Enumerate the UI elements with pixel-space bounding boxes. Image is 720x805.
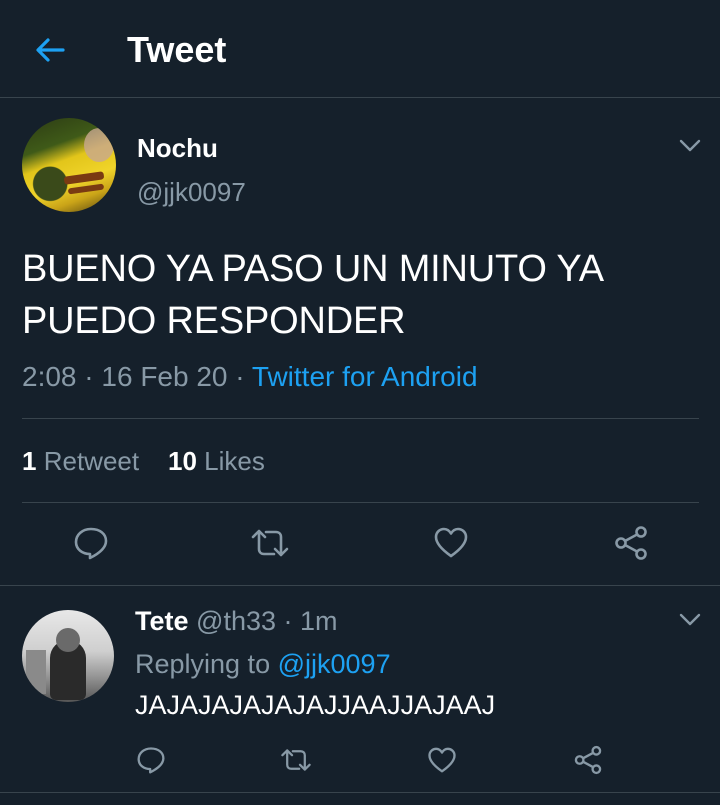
tweet-text: BUENO YA PASO UN MINUTO YA PUEDO RESPOND… bbox=[22, 248, 602, 342]
page-title: Tweet bbox=[127, 29, 227, 70]
reply-text: JAJAJAJAJAJAJJAAJJAJAAJ bbox=[135, 690, 496, 720]
reply-like-button[interactable] bbox=[425, 743, 459, 777]
tweet-date: 16 Feb 20 bbox=[101, 361, 228, 392]
share-icon bbox=[615, 526, 647, 560]
replying-to: Replying to @jjk0097 bbox=[135, 648, 391, 680]
meta-separator: · bbox=[235, 361, 245, 392]
divider bbox=[0, 585, 720, 586]
divider bbox=[22, 418, 699, 419]
retweet-icon bbox=[251, 529, 289, 557]
replying-to-handle-link[interactable]: @jjk0097 bbox=[278, 649, 391, 679]
retweet-icon bbox=[281, 749, 311, 771]
author-name[interactable]: Nochu bbox=[137, 133, 218, 163]
reply-author-handle[interactable]: @th33 bbox=[196, 606, 276, 636]
likes-stat[interactable]: 10 Likes bbox=[168, 446, 265, 476]
divider bbox=[0, 792, 720, 793]
tweet-source-link[interactable]: Twitter for Android bbox=[252, 361, 478, 392]
heart-icon bbox=[428, 747, 456, 772]
retweet-button[interactable] bbox=[248, 522, 292, 564]
reply-time: 1m bbox=[300, 606, 338, 636]
author-handle[interactable]: @jjk0097 bbox=[137, 177, 246, 207]
heart-icon bbox=[434, 527, 468, 558]
retweets-stat[interactable]: 1 Retweet bbox=[22, 446, 139, 476]
reply-retweet-button[interactable] bbox=[278, 743, 314, 777]
reply-author-avatar[interactable] bbox=[22, 610, 114, 702]
reply-icon bbox=[74, 527, 108, 560]
reply-button[interactable] bbox=[70, 522, 112, 564]
tweet-options-chevron-down-icon[interactable] bbox=[677, 136, 703, 156]
reply-icon bbox=[137, 747, 165, 774]
tweet-meta: 2:08 · 16 Feb 20 · Twitter for Android bbox=[22, 360, 478, 394]
divider bbox=[22, 502, 699, 503]
share-button[interactable] bbox=[610, 522, 652, 564]
like-button[interactable] bbox=[430, 522, 472, 564]
back-button[interactable] bbox=[30, 30, 70, 70]
reply-reply-button[interactable] bbox=[134, 743, 168, 777]
meta-separator: · bbox=[283, 606, 293, 636]
reply-header: Tete @th33 · 1m bbox=[135, 605, 338, 637]
share-icon bbox=[574, 745, 602, 775]
reply-options-chevron-down-icon[interactable] bbox=[677, 610, 703, 630]
reply-share-button[interactable] bbox=[571, 743, 605, 777]
author-avatar[interactable] bbox=[22, 118, 116, 212]
reply-author-name[interactable]: Tete bbox=[135, 606, 189, 636]
top-bar: Tweet bbox=[0, 0, 720, 98]
retweet-label: Retweet bbox=[43, 446, 140, 476]
tweet-stats: 1 Retweet 10 Likes bbox=[22, 445, 265, 477]
like-label: Likes bbox=[204, 446, 265, 476]
retweet-count: 1 bbox=[22, 446, 37, 476]
meta-separator: · bbox=[84, 361, 94, 392]
back-arrow-icon bbox=[36, 38, 65, 62]
tweet-time: 2:08 bbox=[22, 361, 77, 392]
like-count: 10 bbox=[168, 446, 197, 476]
replying-prefix: Replying to bbox=[135, 649, 271, 679]
